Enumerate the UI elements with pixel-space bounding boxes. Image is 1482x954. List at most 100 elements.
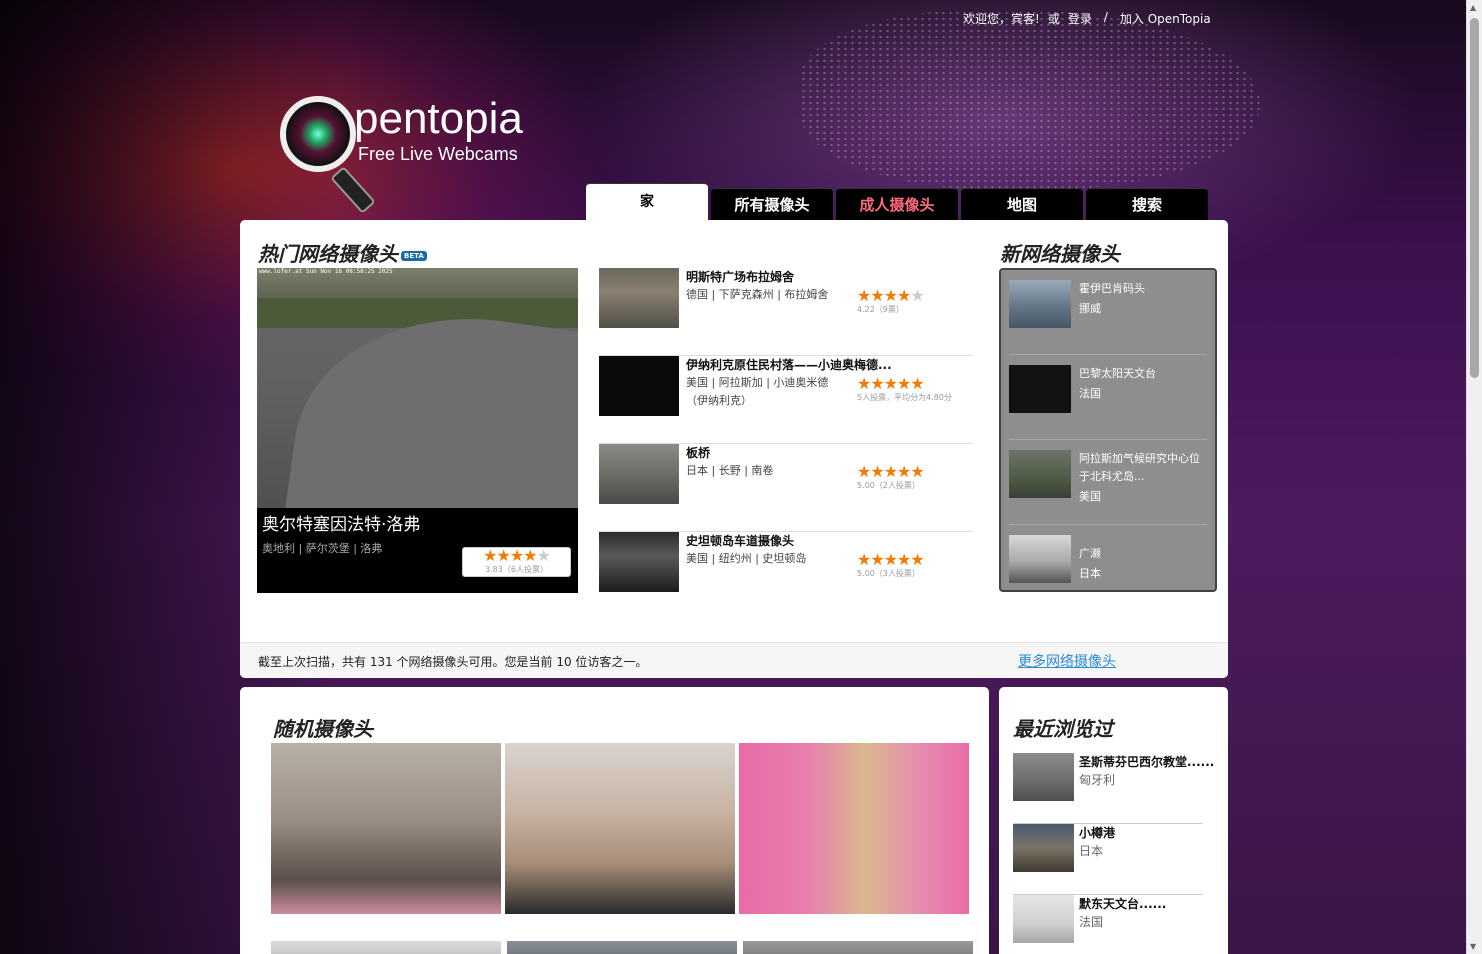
- item-title[interactable]: 霍伊巴肯码头: [1079, 280, 1207, 298]
- random-webcam-thumbnail[interactable]: [743, 941, 973, 954]
- item-location: 美国 | 纽约州 | 史坦顿岛: [686, 552, 807, 565]
- or-text: 或: [1047, 12, 1060, 26]
- item-title[interactable]: 默东天文台......: [1079, 895, 1166, 912]
- popular-title-text: 热门网络摄像头: [258, 242, 398, 266]
- list-item[interactable]: 明斯特广场布拉姆舍 德国 | 下萨克森州 | 布拉姆舍 ★★★★★ 4.22（9…: [599, 268, 972, 356]
- list-item[interactable]: 默东天文台...... 法国: [1013, 895, 1203, 954]
- stars-empty: ★: [536, 546, 551, 565]
- beta-badge: BETA: [401, 250, 427, 261]
- stars-empty: ★: [910, 286, 924, 305]
- tab-home[interactable]: 家: [586, 183, 708, 220]
- star-rating[interactable]: ★★★★★: [857, 376, 977, 392]
- item-rating: ★★★★★ 5.00（2人投票）: [857, 464, 977, 491]
- item-title[interactable]: 史坦顿岛车道摄像头: [686, 532, 926, 549]
- random-title: 随机摄像头: [273, 717, 373, 741]
- page-scrollbar[interactable]: ▲ ▼: [1466, 0, 1482, 954]
- random-webcam-thumbnail[interactable]: [507, 941, 737, 954]
- featured-image-stamp: www.lofer.at Sun Nov 16 08:58:25 2025: [259, 268, 393, 275]
- item-title[interactable]: 巴黎太阳天文台: [1079, 365, 1207, 383]
- webcam-thumbnail[interactable]: [1009, 365, 1071, 413]
- recent-panel: 最近浏览过 圣斯蒂芬巴西尔教堂...... 匈牙利 小樽港 日本 默东天文台..…: [999, 687, 1228, 954]
- scroll-up-icon[interactable]: ▲: [1470, 3, 1476, 12]
- random-webcam-thumbnail[interactable]: [505, 743, 735, 914]
- star-rating[interactable]: ★★★★★: [857, 552, 977, 568]
- item-title[interactable]: 小樽港: [1079, 824, 1115, 841]
- item-location: 美国 | 阿拉斯加 | 小迪奥米德（伊纳利克）: [686, 376, 829, 407]
- new-webcams-title: 新网络摄像头: [1000, 242, 1120, 266]
- random-webcam-thumbnail[interactable]: [271, 941, 501, 954]
- item-title[interactable]: 明斯特广场布拉姆舍: [686, 268, 926, 285]
- list-item[interactable]: 小樽港 日本: [1013, 824, 1203, 895]
- item-rating: ★★★★★ 5人投票，平均分为4.80分: [857, 376, 977, 403]
- webcam-thumbnail[interactable]: [599, 444, 679, 504]
- item-title[interactable]: 阿拉斯加气候研究中心位于北科尤岛...: [1079, 450, 1207, 486]
- random-panel: 随机摄像头: [240, 687, 989, 954]
- logo-tagline: Free Live Webcams: [358, 144, 518, 164]
- item-location: 法国: [1079, 915, 1104, 929]
- status-text: 截至上次扫描，共有 131 个网络摄像头可用。您是当前 10 位访客之一。: [258, 655, 648, 669]
- star-rating[interactable]: ★★★★★: [857, 464, 977, 480]
- rating-votes: 5人投票，平均分为4.80分: [857, 393, 952, 402]
- main-panel: 热门网络摄像头 BETA www.lofer.at Sun Nov 16 08:5…: [240, 220, 1228, 678]
- item-title[interactable]: 圣斯蒂芬巴西尔教堂......: [1079, 753, 1214, 770]
- list-item[interactable]: 板桥 日本 | 长野 | 南卷 ★★★★★ 5.00（2人投票）: [599, 444, 972, 532]
- item-title[interactable]: 板桥: [686, 444, 926, 461]
- item-location: 德国 | 下萨克森州 | 布拉姆舍: [686, 288, 829, 301]
- site-logo[interactable]: pentopia Free Live Webcams: [258, 62, 548, 214]
- recent-list: 圣斯蒂芬巴西尔教堂...... 匈牙利 小樽港 日本 默东天文台...... 法…: [1013, 753, 1214, 954]
- rating-votes: 5.00（3人投票）: [857, 569, 920, 578]
- rating-votes: 3.83（6人投票）: [485, 565, 548, 574]
- stars-filled: ★★★★★: [857, 462, 925, 481]
- rating-votes: 4.22（9票）: [857, 305, 904, 314]
- webcam-thumbnail[interactable]: [599, 268, 679, 328]
- webcam-thumbnail[interactable]: [1009, 535, 1071, 583]
- list-item[interactable]: 阿拉斯加气候研究中心位于北科尤岛... 美国: [1009, 440, 1207, 525]
- featured-webcam[interactable]: www.lofer.at Sun Nov 16 08:58:25 2025 奥尔…: [257, 268, 578, 593]
- list-item[interactable]: 圣斯蒂芬巴西尔教堂...... 匈牙利: [1013, 753, 1214, 824]
- featured-image[interactable]: www.lofer.at Sun Nov 16 08:58:25 2025: [257, 268, 578, 508]
- item-title[interactable]: 广濑: [1079, 545, 1207, 563]
- webcam-thumbnail[interactable]: [1013, 895, 1074, 943]
- join-link[interactable]: 加入 OpenTopia: [1120, 10, 1211, 27]
- popular-list: 明斯特广场布拉姆舍 德国 | 下萨克森州 | 布拉姆舍 ★★★★★ 4.22（9…: [599, 268, 972, 620]
- list-item[interactable]: 巴黎太阳天文台 法国: [1009, 355, 1207, 440]
- featured-title[interactable]: 奥尔特塞因法特·洛弗: [262, 510, 420, 535]
- random-webcam-thumbnail[interactable]: [271, 743, 501, 914]
- login-link[interactable]: 登录: [1068, 10, 1092, 27]
- featured-image-grass: [257, 298, 578, 328]
- item-location: 日本: [1079, 567, 1101, 580]
- stars-filled: ★★★★★: [857, 374, 925, 393]
- item-title[interactable]: 伊纳利克原住民村落——小迪奥梅德...: [686, 356, 926, 373]
- scroll-down-icon[interactable]: ▼: [1470, 942, 1476, 951]
- list-item[interactable]: 伊纳利克原住民村落——小迪奥梅德... 美国 | 阿拉斯加 | 小迪奥米德（伊纳…: [599, 356, 972, 444]
- item-location: 日本: [1079, 844, 1104, 858]
- star-rating[interactable]: ★★★★★: [857, 288, 977, 304]
- stars-filled: ★★★★: [483, 546, 537, 565]
- more-webcams-link[interactable]: 更多网络摄像头: [1018, 651, 1116, 671]
- status-bar: 截至上次扫描，共有 131 个网络摄像头可用。您是当前 10 位访客之一。 更多…: [240, 642, 1228, 678]
- stars-filled: ★★★★★: [857, 550, 925, 569]
- list-item[interactable]: 广濑 日本: [1009, 525, 1207, 610]
- item-rating: ★★★★★ 4.22（9票）: [857, 288, 977, 315]
- webcam-thumbnail[interactable]: [1013, 824, 1074, 872]
- webcam-thumbnail[interactable]: [599, 356, 679, 416]
- main-nav: 家 所有摄像头 成人摄像头 地图 搜索: [586, 183, 1208, 225]
- magnifier-handle: [330, 166, 376, 214]
- webcam-thumbnail[interactable]: [1009, 280, 1071, 328]
- star-rating[interactable]: ★★★★★: [463, 548, 570, 564]
- featured-location: 奥地利 | 萨尔茨堡 | 洛弗: [262, 542, 383, 555]
- item-location: 日本 | 长野 | 南卷: [686, 464, 774, 477]
- list-item[interactable]: 史坦顿岛车道摄像头 美国 | 纽约州 | 史坦顿岛 ★★★★★ 5.00（3人投…: [599, 532, 972, 620]
- item-location: 挪威: [1079, 302, 1101, 315]
- list-item[interactable]: 霍伊巴肯码头 挪威: [1009, 270, 1207, 355]
- scrollbar-thumb[interactable]: [1470, 18, 1479, 378]
- item-location: 法国: [1079, 387, 1101, 400]
- random-webcam-thumbnail[interactable]: [739, 743, 969, 914]
- logo-name: pentopia: [354, 94, 523, 143]
- webcam-thumbnail[interactable]: [1013, 753, 1074, 801]
- webcam-thumbnail[interactable]: [1009, 450, 1071, 498]
- stars-filled: ★★★★: [857, 286, 911, 305]
- webcam-thumbnail[interactable]: [599, 532, 679, 592]
- recent-title: 最近浏览过: [1013, 717, 1113, 741]
- popular-title: 热门网络摄像头 BETA: [258, 238, 427, 267]
